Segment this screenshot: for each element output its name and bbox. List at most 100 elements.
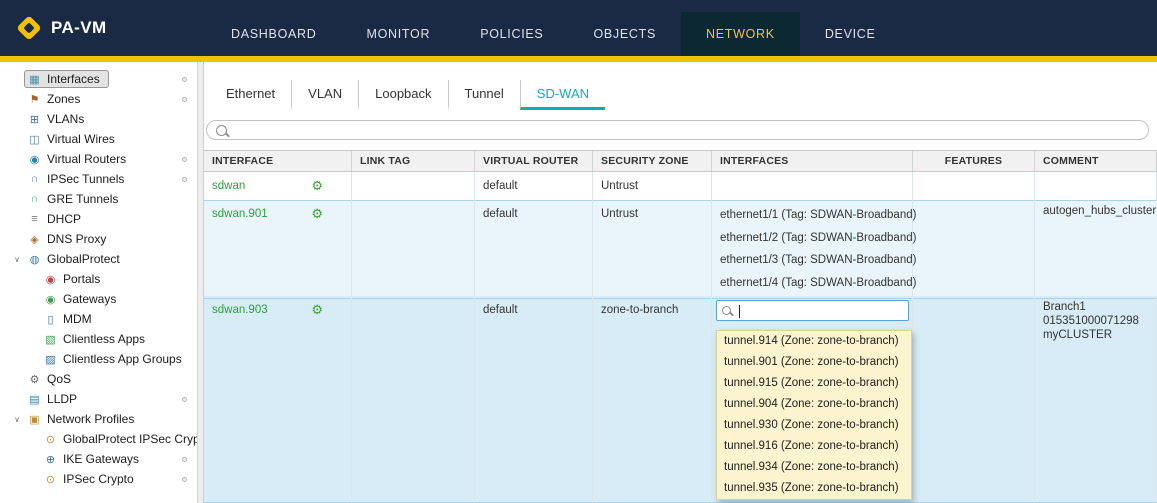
sidebar-item-globalprotect[interactable]: ∨◍GlobalProtect: [0, 249, 197, 269]
interfaces-table: INTERFACELINK TAGVIRTUAL ROUTERSECURITY …: [204, 150, 1157, 503]
sidebar-item-gateways[interactable]: ◉Gateways: [0, 289, 197, 309]
sidebar-item-ike-gateways[interactable]: ⊕IKE Gateways: [0, 449, 197, 469]
item-dot: [182, 157, 187, 162]
search-icon: [722, 306, 731, 315]
column-header-link-tag[interactable]: LINK TAG: [352, 151, 475, 171]
sidebar-item-dhcp[interactable]: ≡DHCP: [0, 209, 197, 229]
column-header-interface[interactable]: INTERFACE: [204, 151, 352, 171]
filter-input[interactable]: [234, 122, 1139, 138]
nav-tab-objects[interactable]: OBJECTS: [568, 12, 681, 56]
cell-security-zone: Untrust: [593, 172, 712, 201]
cell-virtual-router: default: [475, 296, 593, 503]
cell-security-zone: Untrust: [593, 200, 712, 299]
sidebar-item-portals[interactable]: ◉Portals: [0, 269, 197, 289]
sidebar-item-network-profiles[interactable]: ∨▣Network Profiles: [0, 409, 197, 429]
column-header-virtual-router[interactable]: VIRTUAL ROUTER: [475, 151, 593, 171]
sidebar-item-gre-tunnels[interactable]: ∩GRE Tunnels: [0, 189, 197, 209]
sidebar-item-label: IKE Gateways: [63, 452, 139, 466]
sidebar-item-qos[interactable]: ⚙QoS: [0, 369, 197, 389]
sidebar-item-vlans[interactable]: ⊞VLANs: [0, 109, 197, 129]
dropdown-option[interactable]: tunnel.901 (Zone: zone-to-branch): [717, 352, 911, 373]
network-profiles-icon: ▣: [27, 413, 42, 426]
gear-icon[interactable]: ⚙: [311, 204, 323, 224]
tab-ethernet[interactable]: Ethernet: [210, 80, 291, 110]
dropdown-option[interactable]: tunnel.904 (Zone: zone-to-branch): [717, 394, 911, 415]
tab-sd-wan[interactable]: SD-WAN: [520, 80, 605, 110]
dropdown-option[interactable]: tunnel.916 (Zone: zone-to-branch): [717, 436, 911, 457]
virtual-router-value: default: [483, 208, 518, 220]
sidebar-item-pill: ∩IPSec Tunnels: [24, 170, 133, 188]
member-interface: ethernet1/3 (Tag: SDWAN-Broadband): [720, 249, 904, 272]
nav-tab-network[interactable]: NETWORK: [681, 12, 800, 56]
sidebar-item-pill: ▦Interfaces: [24, 70, 109, 88]
sidebar-item-label: Clientless Apps: [63, 332, 145, 346]
nav-tab-dashboard[interactable]: DASHBOARD: [206, 12, 341, 56]
tab-vlan[interactable]: VLAN: [291, 80, 358, 110]
nav-tab-monitor[interactable]: MONITOR: [341, 12, 455, 56]
cell-link-tag: [352, 200, 475, 299]
sidebar-item-clientless-apps[interactable]: ▧Clientless Apps: [0, 329, 197, 349]
sidebar-item-virtual-routers[interactable]: ◉Virtual Routers: [0, 149, 197, 169]
sidebar-item-pill: ◍GlobalProtect: [24, 250, 129, 268]
comment-value: myCLUSTER: [1043, 328, 1148, 342]
item-dot: [182, 477, 187, 482]
virtual-router-value: default: [483, 304, 518, 316]
virtual-router-value: default: [483, 180, 518, 192]
interfaces-combobox[interactable]: [716, 300, 909, 321]
sidebar-item-pill: ◉Gateways: [40, 290, 125, 308]
interface-link[interactable]: sdwan: [212, 176, 245, 196]
nav-tab-device[interactable]: DEVICE: [800, 12, 901, 56]
comment-value: autogen_hubs_cluster: [1043, 204, 1156, 218]
interfaces-combo-input[interactable]: [736, 303, 903, 318]
sidebar-splitter[interactable]: [197, 62, 204, 503]
sidebar-item-pill: ⚙QoS: [24, 370, 80, 388]
tab-loopback[interactable]: Loopback: [358, 80, 447, 110]
sidebar-item-virtual-wires[interactable]: ◫Virtual Wires: [0, 129, 197, 149]
tab-tunnel[interactable]: Tunnel: [448, 80, 520, 110]
table-row[interactable]: sdwan ⚙ default Untrust: [204, 172, 1157, 200]
gear-icon[interactable]: ⚙: [311, 300, 323, 320]
column-header-comment[interactable]: COMMENT: [1035, 151, 1157, 171]
sidebar-item-label: DHCP: [47, 212, 81, 226]
sidebar-item-clientless-app-groups[interactable]: ▨Clientless App Groups: [0, 349, 197, 369]
sidebar-item-dns-proxy[interactable]: ◈DNS Proxy: [0, 229, 197, 249]
sidebar-item-globalprotect-ipsec-crypto[interactable]: ⊙GlobalProtect IPSec Crypto: [0, 429, 197, 449]
dropdown-option[interactable]: tunnel.934 (Zone: zone-to-branch): [717, 457, 911, 478]
gear-icon[interactable]: ⚙: [311, 176, 323, 196]
column-header-interfaces[interactable]: INTERFACES: [712, 151, 913, 171]
sidebar-item-pill: ▣Network Profiles: [24, 410, 143, 428]
item-dot: [182, 77, 187, 82]
nav-tab-policies[interactable]: POLICIES: [455, 12, 568, 56]
sidebar-item-pill: ⊕IKE Gateways: [40, 450, 148, 468]
security-zone-value: zone-to-branch: [601, 304, 678, 316]
interfaces-icon: ▦: [27, 73, 42, 86]
sidebar-item-pill: ◉Portals: [40, 270, 109, 288]
dropdown-option[interactable]: tunnel.915 (Zone: zone-to-branch): [717, 373, 911, 394]
sidebar-item-label: Portals: [63, 272, 100, 286]
sidebar-item-ipsec-crypto[interactable]: ⊙IPSec Crypto: [0, 469, 197, 489]
interface-link[interactable]: sdwan.901: [212, 204, 268, 224]
chevron-down-icon[interactable]: ∨: [10, 255, 24, 264]
column-header-security-zone[interactable]: SECURITY ZONE: [593, 151, 712, 171]
sidebar-item-mdm[interactable]: ▯MDM: [0, 309, 197, 329]
table-row[interactable]: sdwan.901 ⚙ default Untrustethernet1/1 (Tag…: [204, 200, 1157, 296]
interface-link[interactable]: sdwan.903: [212, 300, 268, 320]
sidebar-item-zones[interactable]: ⚑Zones: [0, 89, 197, 109]
cell-interfaces: ethernet1/1 (Tag: SDWAN-Broadband)ethern…: [712, 200, 913, 299]
sidebar-item-lldp[interactable]: ▤LLDP: [0, 389, 197, 409]
sidebar-item-interfaces[interactable]: ▦Interfaces: [0, 69, 197, 89]
table-filter[interactable]: [206, 120, 1149, 140]
item-dot: [182, 457, 187, 462]
app-header: PA-VM DASHBOARDMONITORPOLICIESOBJECTSNET…: [0, 0, 1157, 56]
sidebar-item-ipsec-tunnels[interactable]: ∩IPSec Tunnels: [0, 169, 197, 189]
main-content: EthernetVLANLoopbackTunnelSD-WAN INTERFA…: [204, 62, 1157, 503]
column-header-features[interactable]: FEATURES: [913, 151, 1035, 171]
member-interface: ethernet1/4 (Tag: SDWAN-Broadband): [720, 272, 904, 295]
dropdown-option[interactable]: tunnel.935 (Zone: zone-to-branch): [717, 478, 911, 499]
table-body: sdwan ⚙ default Untrust sdwan.901 ⚙ default Unt…: [204, 172, 1157, 503]
dropdown-option[interactable]: tunnel.914 (Zone: zone-to-branch): [717, 331, 911, 352]
dropdown-option[interactable]: tunnel.930 (Zone: zone-to-branch): [717, 415, 911, 436]
table-row[interactable]: sdwan.903 ⚙ default zone-to-branch tunnel.91…: [204, 296, 1157, 503]
sidebar-item-pill: ⊞VLANs: [24, 110, 93, 128]
chevron-down-icon[interactable]: ∨: [10, 415, 24, 424]
